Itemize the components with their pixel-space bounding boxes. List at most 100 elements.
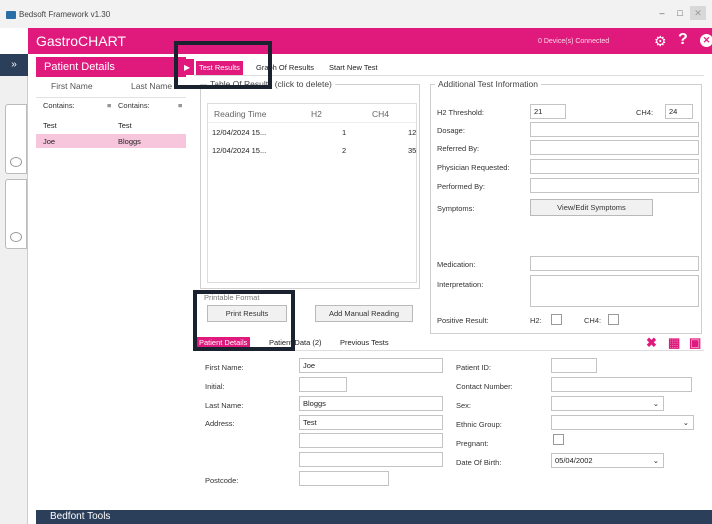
- window-close-icon[interactable]: ✕: [690, 6, 706, 20]
- dosage-input[interactable]: [530, 122, 699, 137]
- ch4-threshold-input[interactable]: 24: [665, 104, 693, 119]
- referred-by-input[interactable]: [530, 140, 699, 155]
- filter-last-name[interactable]: Contains:: [118, 101, 150, 110]
- ch4-cell[interactable]: 12: [408, 128, 416, 137]
- delete-icon[interactable]: ✖: [646, 335, 657, 351]
- physician-label: Physician Requested:: [437, 163, 510, 172]
- patient-first: Test: [43, 121, 57, 130]
- chevron-down-icon: ⌄: [652, 399, 659, 408]
- add-manual-reading-button[interactable]: Add Manual Reading: [315, 305, 413, 322]
- symptoms-label: Symptoms:: [437, 204, 475, 213]
- pregnant-checkbox[interactable]: [553, 434, 564, 445]
- interpretation-label: Interpretation:: [437, 280, 484, 289]
- patient-row-selected[interactable]: Joe Bloggs: [36, 134, 186, 148]
- positive-ch4-label: CH4:: [584, 316, 602, 325]
- physician-input[interactable]: [530, 159, 699, 174]
- column-ch4: CH4: [372, 109, 390, 119]
- highlight-box-tab: [174, 41, 272, 89]
- tab-start-new-test[interactable]: Start New Test: [326, 61, 381, 75]
- patient-last: Test: [118, 121, 132, 130]
- close-icon[interactable]: ✕: [700, 34, 712, 47]
- dob-label: Date Of Birth:: [456, 458, 502, 467]
- patient-panel-header: Patient Details ▸: [36, 57, 194, 77]
- left-rail: »: [0, 54, 28, 524]
- chevron-down-icon: ⌄: [682, 418, 689, 427]
- gear-icon[interactable]: ⚙: [654, 33, 667, 50]
- rail-tab-2[interactable]: [5, 179, 27, 249]
- save-icon[interactable]: ▣: [689, 335, 701, 351]
- dob-value: 05/04/2002: [555, 456, 593, 465]
- positive-h2-label: H2:: [530, 316, 542, 325]
- column-first-name[interactable]: First Name: [51, 81, 93, 91]
- patient-last: Bloggs: [118, 137, 141, 146]
- patient-id-label: Patient ID:: [456, 363, 492, 372]
- dosage-label: Dosage:: [437, 126, 465, 135]
- h2-cell[interactable]: 2: [342, 146, 346, 155]
- postcode-input[interactable]: [299, 471, 389, 486]
- postcode-label: Postcode:: [205, 476, 239, 485]
- referred-by-label: Referred By:: [437, 144, 480, 153]
- tools-bar[interactable]: Bedfont Tools: [36, 510, 712, 524]
- h2-threshold-input[interactable]: 21: [530, 104, 566, 119]
- patient-first: Joe: [43, 137, 56, 146]
- sex-label: Sex:: [456, 401, 472, 410]
- address-line-3[interactable]: [299, 452, 443, 467]
- highlight-box-print: [193, 290, 295, 351]
- initial-label: Initial:: [205, 382, 225, 391]
- expand-icon[interactable]: »: [0, 54, 28, 76]
- window-titlebar: Bedsoft Framework v1.30 – □ ✕: [0, 0, 712, 28]
- column-last-name[interactable]: Last Name: [131, 81, 172, 91]
- window-title: Bedsoft Framework v1.30: [19, 10, 111, 19]
- sex-select[interactable]: ⌄: [551, 396, 664, 411]
- reading-time-cell[interactable]: 12/04/2024 15...: [212, 128, 266, 137]
- positive-h2-checkbox[interactable]: [551, 314, 562, 325]
- h2-cell[interactable]: 1: [342, 128, 346, 137]
- help-icon[interactable]: ?: [678, 31, 688, 49]
- first-name-label: First Name:: [205, 363, 244, 372]
- contact-number-label: Contact Number:: [456, 382, 513, 391]
- dob-picker[interactable]: 05/04/2002 ⌄: [551, 453, 664, 468]
- app-brand: GastroCHART: [36, 33, 126, 49]
- last-name-input[interactable]: Bloggs: [299, 396, 443, 411]
- ch4-cell[interactable]: 35: [408, 146, 416, 155]
- positive-result-label: Positive Result:: [437, 316, 489, 325]
- positive-ch4-checkbox[interactable]: [608, 314, 619, 325]
- device-status: 0 Device(s) Connected: [538, 38, 610, 45]
- ethnic-group-select[interactable]: ⌄: [551, 415, 694, 430]
- app-header: GastroCHART 0 Device(s) Connected ⚙ ? ✕: [28, 28, 712, 54]
- chevron-down-icon: ⌄: [652, 456, 659, 465]
- pregnant-label: Pregnant:: [456, 439, 489, 448]
- minimize-icon[interactable]: –: [654, 6, 670, 20]
- window-buttons: – □ ✕: [654, 6, 706, 24]
- tab-previous-tests[interactable]: Previous Tests: [337, 337, 392, 349]
- h2-threshold-label: H2 Threshold:: [437, 108, 484, 117]
- patient-id-input[interactable]: [551, 358, 597, 373]
- last-name-label: Last Name:: [205, 401, 244, 410]
- ethnic-group-label: Ethnic Group:: [456, 420, 502, 429]
- reading-time-cell[interactable]: 12/04/2024 15...: [212, 146, 266, 155]
- patient-panel-title: Patient Details: [44, 61, 115, 73]
- medication-input[interactable]: [530, 256, 699, 271]
- view-edit-symptoms-button[interactable]: View/Edit Symptoms: [530, 199, 653, 216]
- performed-by-input[interactable]: [530, 178, 699, 193]
- column-h2: H2: [311, 109, 322, 119]
- address-line-1[interactable]: Test: [299, 415, 443, 430]
- rail-tab-1[interactable]: [5, 104, 27, 174]
- patient-row[interactable]: Test Test: [36, 118, 186, 132]
- tools-bar-title: Bedfont Tools: [50, 511, 111, 522]
- interpretation-input[interactable]: [530, 275, 699, 307]
- address-line-2[interactable]: [299, 433, 443, 448]
- app-icon: [6, 11, 16, 19]
- filter-first-name[interactable]: Contains:: [43, 101, 75, 110]
- first-name-input[interactable]: Joe: [299, 358, 443, 373]
- filter-first-name-icon[interactable]: ≡: [107, 101, 111, 110]
- contact-number-input[interactable]: [551, 377, 692, 392]
- maximize-icon[interactable]: □: [672, 6, 688, 20]
- ch4-threshold-label: CH4:: [636, 108, 654, 117]
- performed-by-label: Performed By:: [437, 182, 485, 191]
- column-reading-time: Reading Time: [214, 109, 267, 119]
- filter-last-name-icon[interactable]: ≡: [178, 101, 182, 110]
- initial-input[interactable]: [299, 377, 347, 392]
- medication-label: Medication:: [437, 260, 476, 269]
- trash-icon[interactable]: ▦: [668, 335, 680, 351]
